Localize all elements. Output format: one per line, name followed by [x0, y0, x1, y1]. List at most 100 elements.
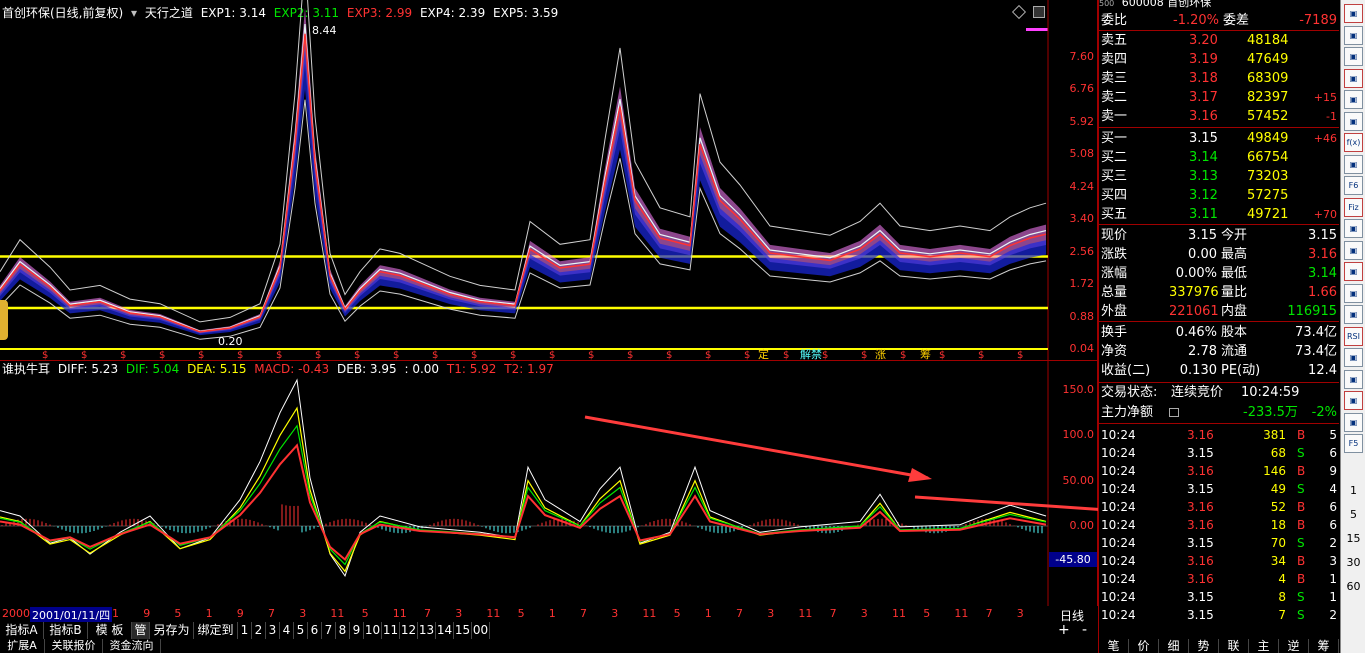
toolbar-button[interactable]: ▣: [1344, 68, 1363, 88]
order-row[interactable]: 买三 3.13 73203: [1099, 167, 1339, 186]
right-tab[interactable]: 逆: [1279, 639, 1309, 653]
tick-row[interactable]: 10:24 3.16 52 B 6: [1099, 498, 1339, 516]
bottom-tab[interactable]: 3: [266, 622, 280, 639]
tick-price: 3.16: [1187, 464, 1214, 478]
toolbar-button[interactable]: ▣: [1344, 111, 1363, 131]
toolbar-button[interactable]: ▣: [1344, 305, 1363, 324]
bottom-tab[interactable]: 13: [418, 622, 436, 639]
toolbar-period-button[interactable]: 60: [1343, 580, 1364, 593]
tick-row[interactable]: 10:24 3.16 146 B 9: [1099, 462, 1339, 480]
toolbar-button[interactable]: ▣: [1344, 348, 1363, 367]
tick-volume: 4: [1278, 572, 1286, 586]
order-row[interactable]: 买二 3.14 66754: [1099, 148, 1339, 167]
order-row[interactable]: 卖五 3.20 48184: [1099, 31, 1339, 50]
toolbar-button[interactable]: f(x): [1344, 133, 1363, 152]
order-row[interactable]: 卖一 3.16 57452 -1: [1099, 107, 1339, 126]
bottom-tab[interactable]: 9: [350, 622, 364, 639]
bottom-tab[interactable]: 11: [382, 622, 400, 639]
bottom-tab[interactable]: 另存为: [150, 622, 194, 639]
list-icon[interactable]: [1169, 408, 1179, 417]
right-tab[interactable]: 筹: [1309, 639, 1339, 653]
toolbar-button[interactable]: ▣: [1344, 90, 1363, 109]
bottom-tab[interactable]: 模 板: [88, 622, 132, 639]
toolbar-button[interactable]: RSI: [1344, 326, 1363, 346]
toolbar-button[interactable]: Fiz: [1344, 197, 1363, 217]
bottom-tab[interactable]: 指标B: [44, 622, 88, 639]
tick-row[interactable]: 10:24 3.16 4 B 1: [1099, 570, 1339, 588]
remove-tab-icon[interactable]: -: [1082, 622, 1087, 639]
tick-row[interactable]: 10:24 3.16 381 B 5: [1099, 426, 1339, 444]
bottom-tab[interactable]: 绑定到: [194, 622, 238, 639]
order-row[interactable]: 买五 3.11 49721 +70: [1099, 205, 1339, 224]
right-tab[interactable]: 细: [1159, 639, 1189, 653]
toolbar-button[interactable]: ▣: [1344, 4, 1363, 23]
order-row[interactable]: 买一 3.15 49849 +46: [1099, 129, 1339, 148]
bottom-tab[interactable]: 4: [280, 622, 294, 639]
bottom-tab[interactable]: 6: [308, 622, 322, 639]
bottom-tab[interactable]: 1: [238, 622, 252, 639]
toolbar-button[interactable]: ▣: [1344, 391, 1363, 410]
bottom-tab-2[interactable]: 资金流向: [103, 639, 161, 653]
tick-row[interactable]: 10:24 3.16 18 B 6: [1099, 516, 1339, 534]
tick-price: 3.16: [1187, 572, 1214, 586]
toolbar-period-button[interactable]: 30: [1343, 556, 1364, 569]
bottom-tab-2[interactable]: 关联报价: [45, 639, 103, 653]
dea-line: [0, 406, 1047, 573]
tick-row[interactable]: 10:24 3.15 68 S 6: [1099, 444, 1339, 462]
order-row[interactable]: 卖二 3.17 82397 +15: [1099, 88, 1339, 107]
toolbar-button[interactable]: ▣: [1344, 262, 1363, 281]
right-tab[interactable]: 主: [1249, 639, 1279, 653]
date-tick: 3: [299, 607, 307, 620]
quote-value: 0.130: [1179, 363, 1217, 378]
order-level-label: 卖四: [1101, 52, 1128, 67]
tick-row[interactable]: 10:24 3.15 49 S 4: [1099, 480, 1339, 498]
right-tab[interactable]: 联: [1219, 639, 1249, 653]
order-row[interactable]: 买四 3.12 57275: [1099, 186, 1339, 205]
date-tick: 7: [985, 607, 993, 620]
bottom-tab[interactable]: 2: [252, 622, 266, 639]
panel-handle-icon[interactable]: [0, 300, 8, 340]
order-volume: 82397: [1247, 90, 1289, 105]
tick-row[interactable]: 10:24 3.15 8 S 1: [1099, 588, 1339, 606]
tick-row[interactable]: 10:24 3.16 34 B 3: [1099, 552, 1339, 570]
bottom-tab-2[interactable]: 扩展A: [0, 639, 45, 653]
bottom-tab[interactable]: 管理: [132, 622, 150, 653]
bottom-tab[interactable]: 7: [322, 622, 336, 639]
bottom-tab[interactable]: 00: [472, 622, 490, 639]
bottom-tab[interactable]: 指标A: [0, 622, 44, 639]
toolbar-button[interactable]: ▣: [1344, 283, 1363, 303]
bottom-tab[interactable]: 10: [364, 622, 382, 639]
tick-row[interactable]: 10:24 3.15 7 S 2: [1099, 606, 1339, 624]
bottom-tab[interactable]: 15: [454, 622, 472, 639]
toolbar-period-button[interactable]: 1: [1343, 484, 1364, 497]
toolbar-period-button[interactable]: 15: [1343, 532, 1364, 545]
toolbar-button[interactable]: ▣: [1344, 219, 1363, 238]
toolbar-button[interactable]: F6: [1344, 176, 1363, 195]
tick-side: B: [1297, 464, 1306, 478]
tick-row[interactable]: 10:24 3.15 70 S 2: [1099, 534, 1339, 552]
net-flow-row[interactable]: 主力净额 -233.5万 -2%: [1099, 403, 1339, 422]
right-tab[interactable]: 势: [1189, 639, 1219, 653]
quote-label: 内盘: [1221, 304, 1248, 319]
bottom-tab[interactable]: 12: [400, 622, 418, 639]
order-level-label: 买四: [1101, 188, 1128, 203]
toolbar-period-button[interactable]: 5: [1343, 508, 1364, 521]
quote-row-2: 收益(二) 0.130 PE(动) 12.4: [1099, 361, 1339, 380]
toolbar-button[interactable]: ▣: [1344, 47, 1363, 66]
toolbar-button[interactable]: ▣: [1344, 25, 1363, 45]
right-tab[interactable]: 价: [1129, 639, 1159, 653]
toolbar-button[interactable]: ▣: [1344, 154, 1363, 174]
bottom-tab[interactable]: 8: [336, 622, 350, 639]
order-row[interactable]: 卖四 3.19 47649: [1099, 50, 1339, 69]
bottom-tab[interactable]: 14: [436, 622, 454, 639]
bottom-tab[interactable]: 5: [294, 622, 308, 639]
order-volume: 68309: [1247, 71, 1289, 86]
toolbar-button[interactable]: ▣: [1344, 369, 1363, 389]
right-tab[interactable]: 笔: [1099, 639, 1129, 653]
toolbar-button[interactable]: ▣: [1344, 240, 1363, 260]
order-row[interactable]: 卖三 3.18 68309: [1099, 69, 1339, 88]
price-tick-label: 3.40: [1069, 212, 1095, 225]
add-tab-icon[interactable]: +: [1058, 622, 1070, 639]
toolbar-button[interactable]: ▣: [1344, 412, 1363, 432]
toolbar-button[interactable]: F5: [1344, 434, 1363, 453]
